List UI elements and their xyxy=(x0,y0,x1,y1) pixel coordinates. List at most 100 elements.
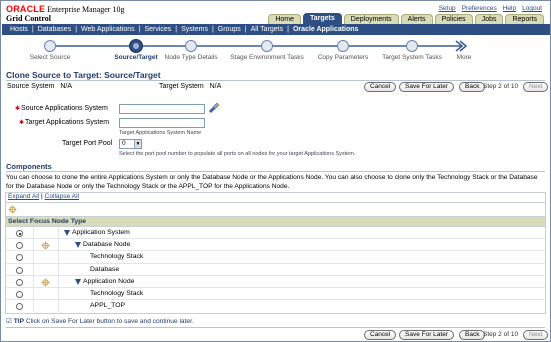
tip-prefix: TIP xyxy=(13,318,25,325)
train-track xyxy=(44,39,468,53)
product-subtitle: Grid Control xyxy=(6,14,51,23)
subnav-hosts[interactable]: Hosts xyxy=(6,26,32,33)
required-icon: ✱ xyxy=(15,106,21,112)
back-button-bottom[interactable]: Back xyxy=(459,330,486,340)
expand-all-link[interactable]: Expand All xyxy=(8,193,39,200)
select-radio-database-node[interactable] xyxy=(16,242,23,250)
setup-link[interactable]: Setup xyxy=(439,5,456,12)
required-icon: ✱ xyxy=(19,120,25,126)
select-cell xyxy=(6,251,34,263)
source-app-label-text: Source Applications System xyxy=(21,105,108,112)
focus-cell xyxy=(34,239,59,251)
subnav-databases[interactable]: Databases xyxy=(34,26,75,33)
tab-policies[interactable]: Policies xyxy=(434,14,473,24)
subnav-systems[interactable]: Systems xyxy=(177,26,212,33)
focus-cell xyxy=(34,300,59,313)
oracle-wordmark: ORACLE xyxy=(6,4,46,14)
port-pool-select[interactable]: 0 ▼ xyxy=(119,139,142,149)
save-for-later-button-top[interactable]: Save For Later xyxy=(399,82,454,92)
train-stop-select-source[interactable] xyxy=(44,40,56,52)
train-stop-stage-env[interactable] xyxy=(261,40,273,52)
focus-crosshair-icon[interactable] xyxy=(8,205,17,214)
train-label-stage-env[interactable]: Stage Environment Tasks xyxy=(230,54,304,61)
step-indicator-bottom: Step 2 of 10 xyxy=(483,331,519,338)
select-cell xyxy=(6,239,34,251)
tab-alerts[interactable]: Alerts xyxy=(400,14,433,24)
tab-targets[interactable]: Targets xyxy=(303,13,342,24)
train-label-target-tasks[interactable]: Target System Tasks xyxy=(382,54,442,61)
node-label-database: Database xyxy=(90,265,120,273)
oracle-logo: ORACLE Enterprise Manager 10g Grid Contr… xyxy=(6,5,124,23)
select-cell xyxy=(6,275,34,287)
expand-triangle-icon[interactable] xyxy=(75,242,81,249)
subnav-oracle-applications[interactable]: Oracle Applications xyxy=(289,26,362,33)
target-system-value: N/A xyxy=(209,83,222,90)
back-button-top[interactable]: Back xyxy=(459,82,486,92)
tip-text: Click on Save For Later button to save a… xyxy=(25,318,194,325)
subnav-all-targets[interactable]: All Targets xyxy=(247,26,288,33)
tree-controls: Expand All | Collapse All xyxy=(6,193,545,203)
focus-cell xyxy=(34,227,59,239)
expand-triangle-icon[interactable] xyxy=(75,278,81,285)
select-radio-application-system[interactable] xyxy=(16,230,23,237)
train-current-marker-icon xyxy=(133,43,139,49)
target-app-hint: Target Applications System Name xyxy=(119,130,202,136)
focus-cell xyxy=(34,251,59,263)
train-stop-target-tasks[interactable] xyxy=(406,40,418,52)
select-radio-technology-stack-app[interactable] xyxy=(16,290,23,298)
train-label-node-type[interactable]: Node Type Details xyxy=(165,54,218,61)
preferences-link[interactable]: Preferences xyxy=(462,5,497,12)
train-stop-copy-params[interactable] xyxy=(337,40,349,52)
page-title: Clone Source to Target: Source/Target xyxy=(6,70,161,80)
focus-crosshair-icon[interactable] xyxy=(41,241,50,250)
focus-cell xyxy=(34,275,59,287)
node-label-application-system: Application System xyxy=(72,229,130,236)
select-radio-application-node[interactable] xyxy=(16,278,23,286)
tree-row-appl-top: APPL_TOP xyxy=(6,300,545,313)
next-button-top[interactable]: Next xyxy=(523,82,549,92)
tab-jobs[interactable]: Jobs xyxy=(474,14,504,24)
select-radio-database[interactable] xyxy=(16,266,23,274)
source-app-system-input[interactable] xyxy=(119,104,205,114)
train-label-more[interactable]: More xyxy=(457,54,472,61)
train-label-source-target[interactable]: Source/Target xyxy=(114,54,157,61)
tab-home[interactable]: Home xyxy=(268,14,302,24)
tree-row-technology-stack-app: Technology Stack xyxy=(6,287,545,301)
cancel-button-top[interactable]: Cancel xyxy=(364,82,397,92)
port-pool-hint: Select the port pool number to populate … xyxy=(119,151,356,157)
footer-divider xyxy=(6,327,545,328)
train-stop-node-type[interactable] xyxy=(185,40,197,52)
target-app-system-input[interactable] xyxy=(119,118,205,128)
node-label-database-node: Database Node xyxy=(83,241,131,249)
save-for-later-button-bottom[interactable]: Save For Later xyxy=(399,330,454,340)
subnav-services[interactable]: Services xyxy=(140,26,175,33)
train-label-copy-params[interactable]: Copy Parameters xyxy=(318,54,369,61)
logout-link[interactable]: Logout xyxy=(522,5,542,12)
subnav-web-applications[interactable]: Web Applications xyxy=(77,26,139,33)
node-label-application-node: Application Node xyxy=(83,277,135,285)
search-flashlight-icon[interactable] xyxy=(208,102,220,114)
collapse-all-link[interactable]: Collapse All xyxy=(45,193,79,200)
tip-message: ☑ TIP Click on Save For Later button to … xyxy=(6,317,194,325)
tip-check-icon: ☑ xyxy=(6,318,12,325)
select-radio-appl-top[interactable] xyxy=(16,303,23,311)
select-cell xyxy=(6,227,34,239)
tab-reports[interactable]: Reports xyxy=(505,14,544,24)
help-link[interactable]: Help xyxy=(503,5,516,12)
tab-deployments[interactable]: Deployments xyxy=(343,14,399,24)
components-heading: Components xyxy=(6,162,52,171)
subnav-groups[interactable]: Groups xyxy=(214,26,245,33)
global-links: Setup Preferences Help Logout xyxy=(439,5,542,12)
step-indicator-top: Step 2 of 10 xyxy=(483,83,519,90)
select-radio-technology-stack-db[interactable] xyxy=(16,254,23,262)
expand-triangle-icon[interactable] xyxy=(64,230,70,236)
node-label-appl-top: APPL_TOP xyxy=(90,302,126,310)
node-label-technology-stack-db: Technology Stack xyxy=(90,253,144,261)
focus-crosshair-icon[interactable] xyxy=(41,278,50,287)
target-app-label-text: Target Applications System xyxy=(25,119,110,126)
cancel-button-bottom[interactable]: Cancel xyxy=(364,330,397,340)
title-divider xyxy=(6,80,545,81)
train-label-select-source[interactable]: Select Source xyxy=(30,54,70,61)
components-tree-table: Expand All | Collapse All Select Focus N… xyxy=(5,192,546,314)
next-button-bottom[interactable]: Next xyxy=(523,330,549,340)
